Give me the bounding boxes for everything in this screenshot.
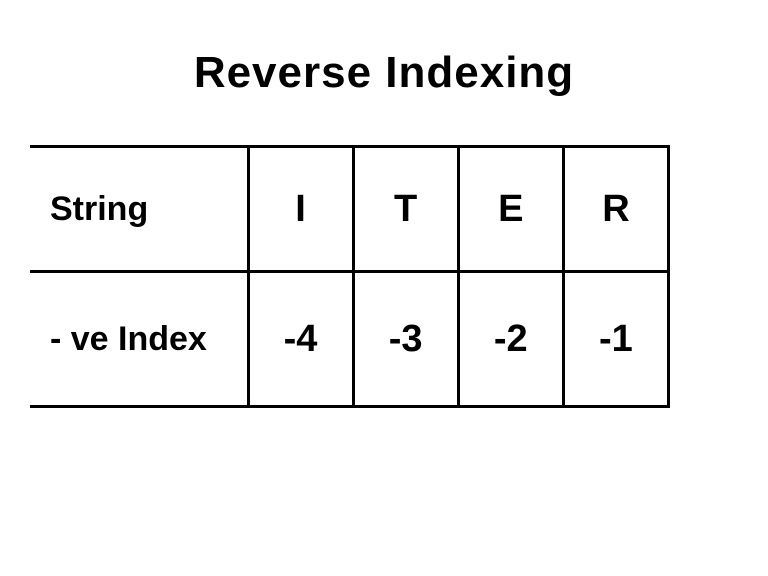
row-label-string: String xyxy=(30,147,248,272)
string-cell: R xyxy=(563,147,668,272)
index-cell: -3 xyxy=(353,272,458,407)
table-row: String I T E R xyxy=(30,147,669,272)
index-cell: -1 xyxy=(563,272,668,407)
string-cell: I xyxy=(248,147,353,272)
index-cell: -2 xyxy=(458,272,563,407)
reverse-indexing-table: String I T E R - ve Index -4 -3 -2 -1 xyxy=(30,145,670,408)
row-label-negative-index: - ve Index xyxy=(30,272,248,407)
string-cell: E xyxy=(458,147,563,272)
table-row: - ve Index -4 -3 -2 -1 xyxy=(30,272,669,407)
string-cell: T xyxy=(353,147,458,272)
index-cell: -4 xyxy=(248,272,353,407)
page: Reverse Indexing String I T E R - ve Ind… xyxy=(0,0,768,576)
table: String I T E R - ve Index -4 -3 -2 -1 xyxy=(30,145,670,408)
page-title: Reverse Indexing xyxy=(0,48,768,98)
